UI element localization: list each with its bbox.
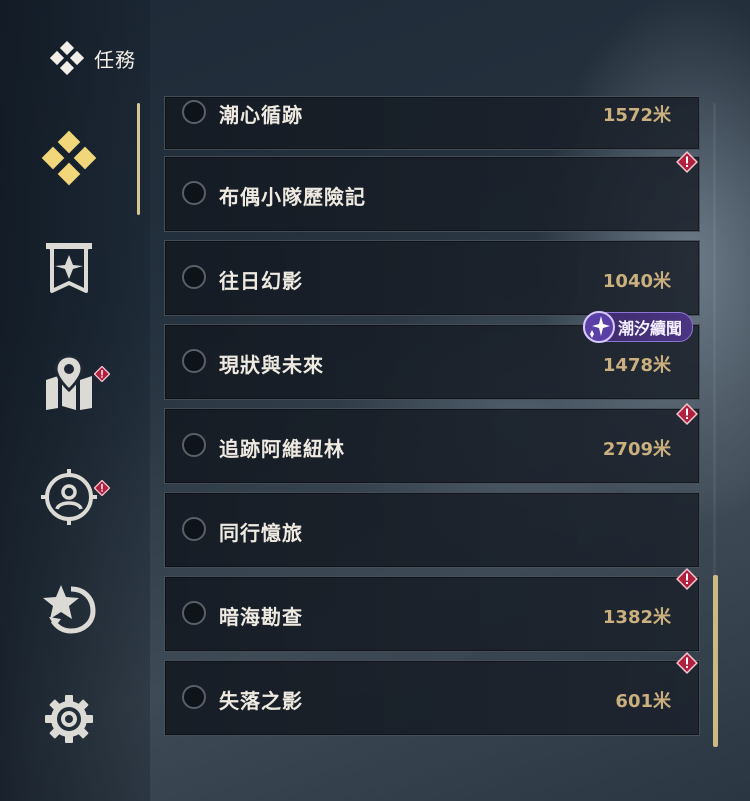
quest-row[interactable]: 同行憶旅: [164, 492, 700, 568]
quest-name: 追跡阿維紐林: [219, 437, 345, 461]
quest-row[interactable]: 追跡阿維紐林 2709米: [164, 408, 700, 484]
sidebar-item-settings[interactable]: [38, 688, 100, 750]
quest-distance: 601米: [615, 691, 671, 712]
quest-distance: 1040米: [602, 271, 671, 292]
quest-radio[interactable]: [182, 517, 206, 541]
quest-radio[interactable]: [182, 349, 206, 373]
map-pin-icon: [46, 354, 92, 410]
quest-name: 失落之影: [219, 689, 303, 713]
alert-icon: [676, 151, 698, 173]
sidebar-item-quests[interactable]: [38, 127, 100, 189]
person-target-icon: [41, 469, 97, 525]
quest-radio[interactable]: [182, 181, 206, 205]
quest-name: 現狀與未來: [219, 353, 324, 377]
sidebar-item-banner[interactable]: [38, 238, 100, 300]
quest-radio[interactable]: [182, 601, 206, 625]
sidebar-item-map[interactable]: [38, 352, 100, 414]
quest-row[interactable]: 往日幻影 1040米: [164, 240, 700, 316]
alert-icon: [94, 480, 110, 496]
quest-tag-badge: 潮汐續聞: [583, 311, 694, 343]
quest-list-scrollbar[interactable]: [713, 575, 718, 747]
gear-icon: [45, 695, 93, 743]
banner-star-icon: [46, 243, 92, 293]
quest-name: 潮心循跡: [219, 103, 303, 127]
quest-distance: 1478米: [602, 355, 671, 376]
quest-radio[interactable]: [182, 685, 206, 709]
sidebar-scroll-indicator: [137, 103, 140, 215]
quest-row[interactable]: 潮心循跡 1572米: [164, 96, 700, 150]
quest-name: 往日幻影: [219, 269, 303, 293]
quest-row[interactable]: 失落之影 601米: [164, 660, 700, 736]
quest-radio[interactable]: [182, 265, 206, 289]
sparkle-icon: [583, 311, 615, 343]
quest-name: 布偶小隊歷險記: [219, 185, 366, 209]
page-header: 任務: [50, 40, 136, 76]
alert-icon: [676, 403, 698, 425]
quest-name: 同行憶旅: [219, 521, 303, 545]
alert-icon: [94, 366, 110, 382]
diamond-cluster-icon: [41, 130, 97, 186]
quest-distance: 1572米: [602, 105, 671, 126]
page-title: 任務: [94, 47, 136, 72]
quest-row[interactable]: 暗海勘查 1382米: [164, 576, 700, 652]
quest-name: 暗海勘查: [219, 605, 303, 629]
quest-distance: 1382米: [602, 607, 671, 628]
alert-icon: [676, 652, 698, 674]
diamond-cluster-icon: [50, 41, 84, 75]
quest-tag-label: 潮汐續聞: [618, 319, 683, 338]
quest-radio[interactable]: [182, 433, 206, 457]
quest-radio[interactable]: [182, 100, 206, 124]
alert-icon: [676, 568, 698, 590]
star-refresh-icon: [43, 585, 96, 634]
sidebar-item-character[interactable]: [38, 466, 100, 528]
sidebar-item-achievements[interactable]: [38, 576, 100, 638]
quest-row[interactable]: 布偶小隊歷險記: [164, 156, 700, 232]
quest-distance: 2709米: [602, 439, 671, 460]
